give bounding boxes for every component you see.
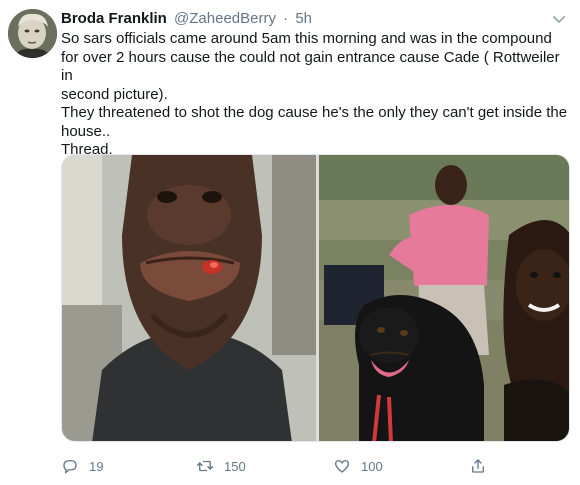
share-icon	[472, 459, 484, 473]
tweet-text: So sars officials came around 5am this m…	[61, 30, 568, 158]
header-separator: ·	[283, 10, 289, 27]
tweet-timestamp[interactable]: 5h	[295, 10, 312, 27]
tweet-header: Broda Franklin @ZaheedBerry · 5h	[61, 9, 570, 29]
like-button[interactable]: 100	[333, 455, 383, 477]
avatar-image	[8, 9, 57, 58]
reply-count: 19	[89, 458, 104, 474]
avatar[interactable]	[8, 9, 57, 58]
tweet-actions: 19 150 100	[61, 455, 541, 477]
author-handle[interactable]: @ZaheedBerry	[174, 10, 276, 27]
chevron-down-icon[interactable]	[550, 10, 568, 28]
retweet-count: 150	[224, 458, 246, 474]
like-count: 100	[361, 458, 383, 474]
media-photo-2[interactable]	[319, 155, 569, 441]
retweet-button[interactable]: 150	[196, 455, 246, 477]
tweet[interactable]: Broda Franklin @ZaheedBerry · 5h So sars…	[0, 0, 580, 485]
reply-button[interactable]: 19	[61, 455, 103, 477]
tweet-media[interactable]	[61, 154, 570, 442]
like-icon	[334, 460, 350, 473]
author-name[interactable]: Broda Franklin	[61, 10, 167, 27]
reply-icon	[63, 460, 77, 474]
retweet-icon	[196, 460, 214, 472]
media-photo-1[interactable]	[62, 155, 316, 441]
share-button[interactable]	[469, 455, 497, 477]
